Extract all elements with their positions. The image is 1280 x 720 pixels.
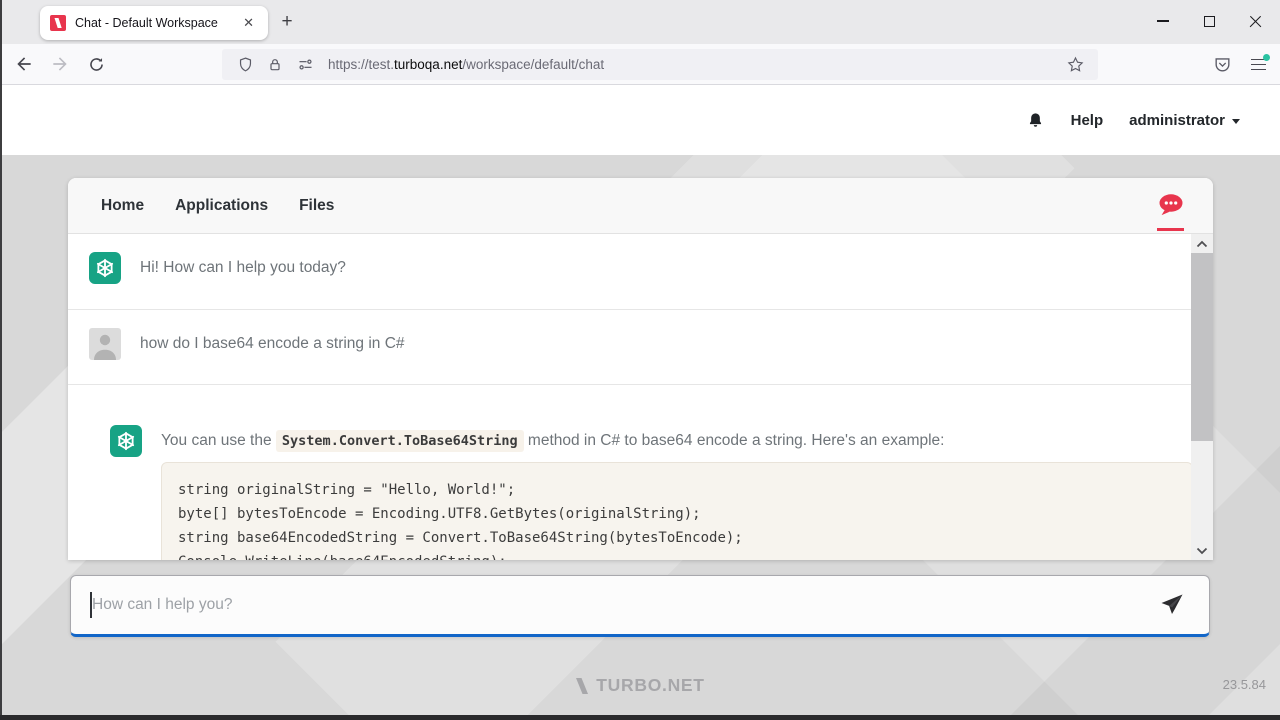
chat-message-user: how do I base64 encode a string in C# xyxy=(68,310,1213,385)
close-icon[interactable] xyxy=(1232,6,1278,36)
bookmark-star-icon[interactable] xyxy=(1065,55,1085,75)
workspace-nav: Home Applications Files xyxy=(68,178,1213,234)
update-indicator xyxy=(1263,54,1270,61)
window-edge xyxy=(0,0,2,720)
lock-icon[interactable] xyxy=(265,55,285,75)
message-text: how do I base64 encode a string in C# xyxy=(140,328,405,384)
message-text: Hi! How can I help you today? xyxy=(140,252,346,309)
url-text: https://test.turboqa.net/workspace/defau… xyxy=(328,57,1060,72)
back-icon[interactable] xyxy=(12,52,36,76)
footer: TURBO.NET xyxy=(0,675,1280,700)
user-menu[interactable]: administrator xyxy=(1129,112,1240,129)
caret-down-icon xyxy=(1232,119,1240,124)
maximize-icon[interactable] xyxy=(1186,6,1232,36)
menu-icon[interactable] xyxy=(1244,51,1272,79)
inline-code: System.Convert.ToBase64String xyxy=(276,430,524,452)
window-edge xyxy=(0,715,1280,720)
scrollbar-thumb[interactable] xyxy=(1191,253,1213,441)
turbo-favicon xyxy=(50,15,66,31)
url-bar[interactable]: https://test.turboqa.net/workspace/defau… xyxy=(222,49,1098,80)
send-icon[interactable] xyxy=(1159,592,1185,618)
nav-tab-files[interactable]: Files xyxy=(299,197,334,215)
workspace-background: Home Applications Files xyxy=(0,155,1280,720)
footer-brand-text: TURBO.NET xyxy=(596,675,704,696)
chat-input[interactable] xyxy=(92,576,1142,633)
content-card: Home Applications Files xyxy=(68,178,1213,560)
scroll-down-icon[interactable] xyxy=(1191,541,1213,560)
browser-toolbar: https://test.turboqa.net/workspace/defau… xyxy=(0,44,1280,85)
chat-message-assistant: You can use the System.Convert.ToBase64S… xyxy=(68,385,1213,560)
forward-icon[interactable] xyxy=(48,52,72,76)
chat-composer xyxy=(70,575,1210,637)
message-text: You can use the System.Convert.ToBase64S… xyxy=(161,425,944,457)
new-tab-icon[interactable]: + xyxy=(276,11,298,33)
chat-bubble-icon[interactable] xyxy=(1157,193,1184,217)
help-link[interactable]: Help xyxy=(1071,112,1104,129)
user-avatar-icon xyxy=(89,328,121,360)
code-block: string originalString = "Hello, World!";… xyxy=(161,462,1193,560)
tab-close-icon[interactable]: ✕ xyxy=(239,13,258,33)
user-menu-label: administrator xyxy=(1129,112,1225,129)
chat-message-list: Hi! How can I help you today? how do I b… xyxy=(68,234,1213,560)
browser-titlebar: Chat - Default Workspace ✕ + xyxy=(0,0,1280,44)
chat-message-assistant: Hi! How can I help you today? xyxy=(68,234,1213,310)
turbo-wordmark-icon xyxy=(575,677,589,695)
browser-tab[interactable]: Chat - Default Workspace ✕ xyxy=(40,6,268,40)
chatgpt-avatar-icon xyxy=(110,425,142,457)
chat-scrollbar[interactable] xyxy=(1191,234,1213,560)
nav-tab-applications[interactable]: Applications xyxy=(175,197,268,215)
bell-icon[interactable] xyxy=(1026,111,1045,130)
shield-icon[interactable] xyxy=(235,55,255,75)
permissions-icon[interactable] xyxy=(295,55,315,75)
chat-tab-active-indicator xyxy=(1157,228,1184,231)
version-label: 23.5.84 xyxy=(1223,677,1266,692)
scroll-up-icon[interactable] xyxy=(1191,234,1213,253)
nav-tab-home[interactable]: Home xyxy=(101,197,144,215)
pocket-icon[interactable] xyxy=(1208,51,1236,79)
chatgpt-avatar-icon xyxy=(89,252,121,284)
reload-icon[interactable] xyxy=(84,52,108,76)
minimize-icon[interactable] xyxy=(1140,6,1186,36)
tab-title: Chat - Default Workspace xyxy=(75,16,239,30)
